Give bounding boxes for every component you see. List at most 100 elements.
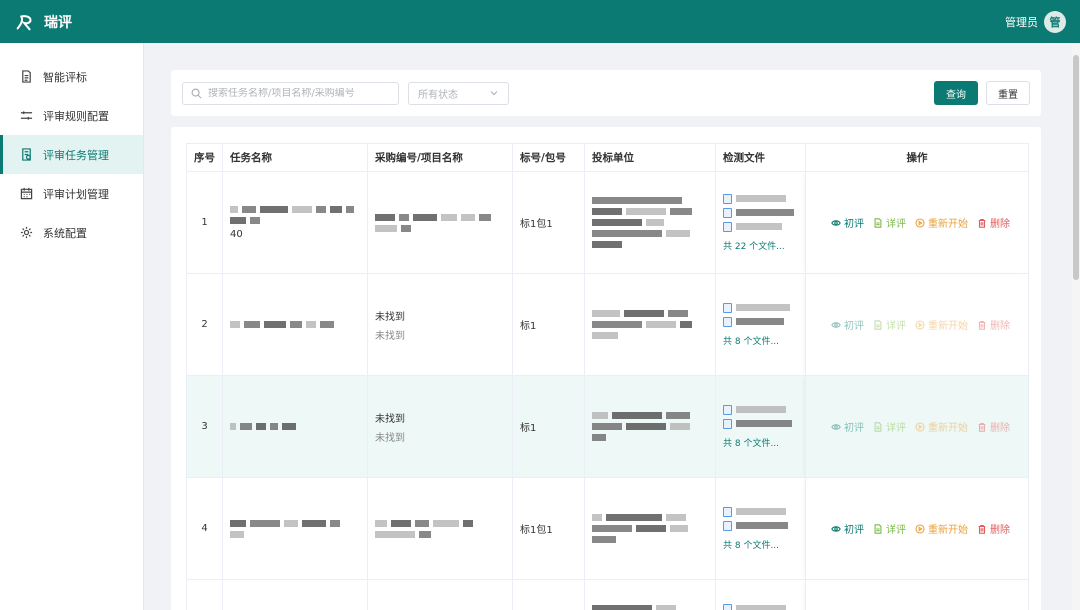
row-actions: 初评 详评 重新开始 删除: [813, 317, 1028, 332]
detail-review-button[interactable]: 详评: [873, 419, 906, 434]
detail-review-button[interactable]: 详评: [873, 317, 906, 332]
top-header: 瑞评 管理员 管: [0, 0, 1080, 43]
restart-button[interactable]: 重新开始: [915, 317, 968, 332]
actions-cell: [805, 579, 1029, 610]
redacted-text: [592, 514, 692, 543]
file-item[interactable]: [723, 603, 805, 610]
redacted-text: [592, 605, 692, 610]
delete-button[interactable]: 删除: [977, 419, 1010, 434]
file-item[interactable]: [723, 418, 805, 429]
first-review-button[interactable]: 初评: [831, 215, 864, 230]
app-logo[interactable]: 瑞评: [14, 11, 72, 33]
file-item[interactable]: [723, 207, 805, 218]
document-icon: [22, 70, 31, 83]
restart-label: 重新开始: [928, 423, 968, 434]
file-item[interactable]: [723, 193, 805, 204]
restart-label: 重新开始: [928, 219, 968, 230]
task-icon: [22, 148, 31, 161]
search-box[interactable]: [182, 81, 399, 105]
package-cell: 标1: [512, 273, 585, 376]
more-files-link[interactable]: 共 22 个文件...: [723, 239, 805, 252]
sidebar-item-smart-bid[interactable]: 智能评标: [0, 57, 143, 96]
table-row: 2 未找到 未找到 标1 共 8 个文件... 初评 详评 重新开始 删除: [186, 273, 1029, 376]
row-actions: 初评 详评 重新开始 删除: [813, 521, 1028, 536]
procurement-sub: 未找到: [375, 330, 405, 342]
play-circle-icon: [915, 319, 925, 330]
procurement-main: 未找到: [375, 413, 405, 425]
actions-cell: 初评 详评 重新开始 删除: [805, 477, 1029, 580]
more-files-link[interactable]: 共 8 个文件...: [723, 334, 805, 347]
first-review-button[interactable]: 初评: [831, 521, 864, 536]
package-cell: 标1: [512, 375, 585, 478]
file-item[interactable]: [723, 316, 805, 327]
restart-button[interactable]: 重新开始: [915, 521, 968, 536]
task-name-cell: 40: [222, 171, 368, 274]
user-menu[interactable]: 管理员 管: [1005, 10, 1066, 33]
file-item[interactable]: [723, 221, 805, 232]
delete-button[interactable]: 删除: [977, 521, 1010, 536]
reset-button[interactable]: 重置: [986, 81, 1030, 105]
delete-label: 删除: [990, 219, 1010, 230]
package-cell: [512, 579, 585, 610]
avatar[interactable]: 管: [1044, 10, 1066, 33]
redacted-text: [375, 519, 500, 538]
sidebar-item-label: 智能评标: [43, 70, 87, 84]
detail-review-button[interactable]: 详评: [873, 521, 906, 536]
table-row: 3 未找到 未找到 标1 共 8 个文件... 初评 详评 重新开始 删除: [186, 375, 1029, 478]
file-list: 共 8 个文件...: [723, 404, 805, 449]
files-cell: 共 8 个文件...: [715, 375, 806, 478]
bidder-cell: [584, 273, 716, 376]
first-review-button[interactable]: 初评: [831, 419, 864, 434]
scrollbar-thumb[interactable]: [1073, 55, 1079, 280]
search-icon: [191, 88, 202, 98]
gear-icon: [20, 226, 33, 239]
file-icon: [723, 207, 732, 218]
sidebar: 智能评标 评审规则配置 评审任务管理 评审计划管理 系统配置: [0, 43, 144, 610]
restart-label: 重新开始: [928, 321, 968, 332]
delete-button[interactable]: 删除: [977, 317, 1010, 332]
detail-review-button[interactable]: 详评: [873, 215, 906, 230]
detail-review-label: 详评: [886, 423, 906, 434]
actions-cell: 初评 详评 重新开始 删除: [805, 273, 1029, 376]
sidebar-item-rule-config[interactable]: 评审规则配置: [0, 96, 143, 135]
files-cell: 共 8 个文件...: [715, 273, 806, 376]
file-icon: [723, 404, 732, 415]
status-select[interactable]: 所有状态: [408, 81, 509, 105]
file-icon: [723, 193, 732, 204]
col-header-bidder: 投标单位: [584, 143, 716, 172]
more-files-link[interactable]: 共 8 个文件...: [723, 436, 805, 449]
file-item[interactable]: [723, 302, 805, 313]
restart-button[interactable]: 重新开始: [915, 215, 968, 230]
eye-icon: [831, 525, 841, 532]
filter-bar: 所有状态 查询 重置: [171, 70, 1041, 116]
sidebar-item-system-config[interactable]: 系统配置: [0, 213, 143, 252]
task-name-suffix: 40: [230, 228, 243, 240]
file-icon: [723, 302, 732, 313]
procurement-cell: [367, 171, 513, 274]
sidebar-item-plan-manage[interactable]: 评审计划管理: [0, 174, 143, 213]
package-cell: 标1包1: [512, 477, 585, 580]
redacted-text: [375, 213, 500, 232]
redacted-text: [592, 197, 692, 248]
search-input[interactable]: [208, 87, 388, 99]
sidebar-item-task-manage[interactable]: 评审任务管理: [0, 135, 143, 174]
vertical-scrollbar[interactable]: [1072, 43, 1080, 610]
col-header-procurement: 采购编号/项目名称: [367, 143, 513, 172]
table-row: [186, 579, 1029, 610]
delete-button[interactable]: 删除: [977, 215, 1010, 230]
chevron-down-icon: [490, 91, 498, 96]
procurement-cell: [367, 477, 513, 580]
query-button[interactable]: 查询: [934, 81, 978, 105]
procurement-cell: [367, 579, 513, 610]
file-item[interactable]: [723, 520, 805, 531]
file-item[interactable]: [723, 404, 805, 415]
first-review-button[interactable]: 初评: [831, 317, 864, 332]
eye-icon: [831, 423, 841, 430]
app-name: 瑞评: [44, 14, 72, 31]
sidebar-item-label: 评审任务管理: [43, 148, 109, 162]
restart-button[interactable]: 重新开始: [915, 419, 968, 434]
file-item[interactable]: [723, 506, 805, 517]
first-review-label: 初评: [844, 525, 864, 536]
procurement-cell: 未找到 未找到: [367, 375, 513, 478]
more-files-link[interactable]: 共 8 个文件...: [723, 538, 805, 551]
